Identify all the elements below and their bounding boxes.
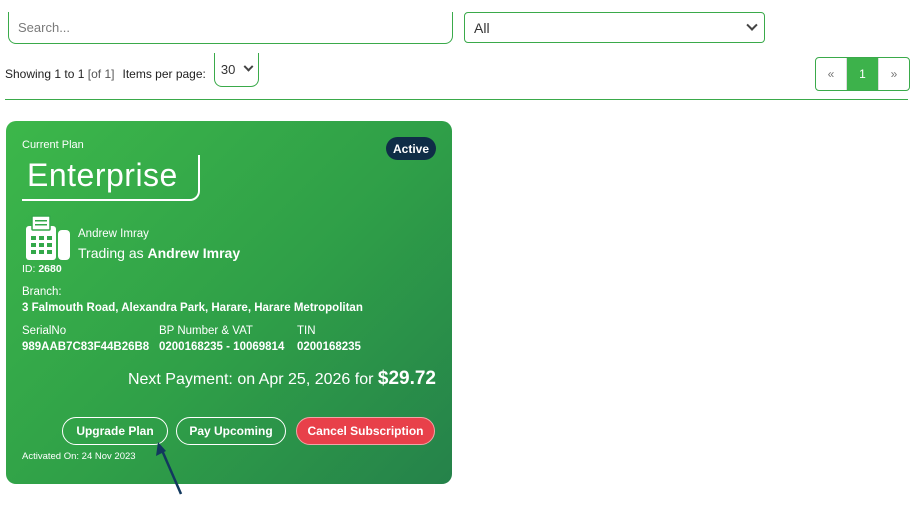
search-input[interactable] — [18, 20, 452, 35]
items-per-page-select[interactable]: 30 — [213, 53, 259, 87]
branch-value: 3 Falmouth Road, Alexandra Park, Harare,… — [22, 302, 363, 314]
mouse-pointer-arrow-icon — [156, 442, 183, 495]
bp-label: BP Number & VAT — [159, 325, 253, 337]
search-field[interactable] — [8, 12, 453, 44]
plan-name: Enterprise — [22, 155, 200, 201]
showing-to: 1 — [77, 67, 85, 81]
serial-label: SerialNo — [22, 325, 67, 337]
fax-machine-icon — [26, 215, 70, 260]
bp-info: BP Number & VAT 0200168235 - 10069814 — [159, 325, 284, 353]
id-label: ID: — [22, 263, 36, 275]
status-badge: Active — [386, 137, 436, 160]
tin-info: TIN 0200168235 — [297, 325, 361, 353]
next-payment-amount: $29.72 — [377, 368, 436, 389]
showing-of: [of 1] — [87, 67, 115, 81]
customer-id: ID: 2680 — [22, 263, 62, 275]
trading-prefix: Trading as — [78, 245, 144, 261]
showing-prefix: Showing — [5, 67, 52, 81]
bp-value: 0200168235 - 10069814 — [159, 341, 285, 353]
chevron-down-icon — [746, 19, 758, 31]
pager-page-button[interactable]: 1 — [847, 58, 878, 90]
divider — [5, 99, 908, 100]
tin-label: TIN — [297, 325, 316, 337]
trading-name: Andrew Imray — [147, 245, 241, 261]
pay-upcoming-button[interactable]: Pay Upcoming — [176, 417, 286, 445]
serial-info: SerialNo 989AAB7C83F44B26B8 — [22, 325, 149, 353]
tin-value: 0200168235 — [297, 341, 361, 353]
pager-prev-button[interactable]: « — [816, 58, 847, 90]
serial-value: 989AAB7C83F44B26B8 — [22, 341, 150, 353]
items-per-page-label: Items per page: — [122, 67, 206, 81]
id-value: 2680 — [38, 263, 62, 275]
filter-select[interactable]: All — [464, 12, 765, 43]
customer-name: Andrew Imray — [78, 228, 149, 240]
subscription-card: Current Plan Enterprise Active Andrew Im… — [6, 121, 452, 484]
chevron-down-icon — [243, 61, 254, 72]
showing-to-word: to — [64, 67, 75, 81]
pagination: « 1 » — [815, 57, 910, 91]
next-payment-text: Next Payment: on Apr 25, 2026 for — [127, 371, 374, 388]
next-payment: Next Payment: on Apr 25, 2026 for $29.72 — [128, 368, 436, 390]
pager-next-button[interactable]: » — [878, 58, 909, 90]
filter-selected-value: All — [474, 19, 490, 36]
trading-as: Trading as Andrew Imray — [78, 245, 240, 261]
activated-date: Activated On: 24 Nov 2023 — [22, 451, 136, 462]
current-plan-label: Current Plan — [22, 139, 84, 151]
items-per-page-value: 30 — [220, 62, 236, 77]
branch-label: Branch: — [22, 286, 62, 298]
showing-from: 1 — [54, 67, 62, 81]
cancel-subscription-button[interactable]: Cancel Subscription — [296, 417, 435, 445]
pagination-summary: Showing 1 to 1 [of 1] Items per page: 30 — [5, 53, 259, 87]
